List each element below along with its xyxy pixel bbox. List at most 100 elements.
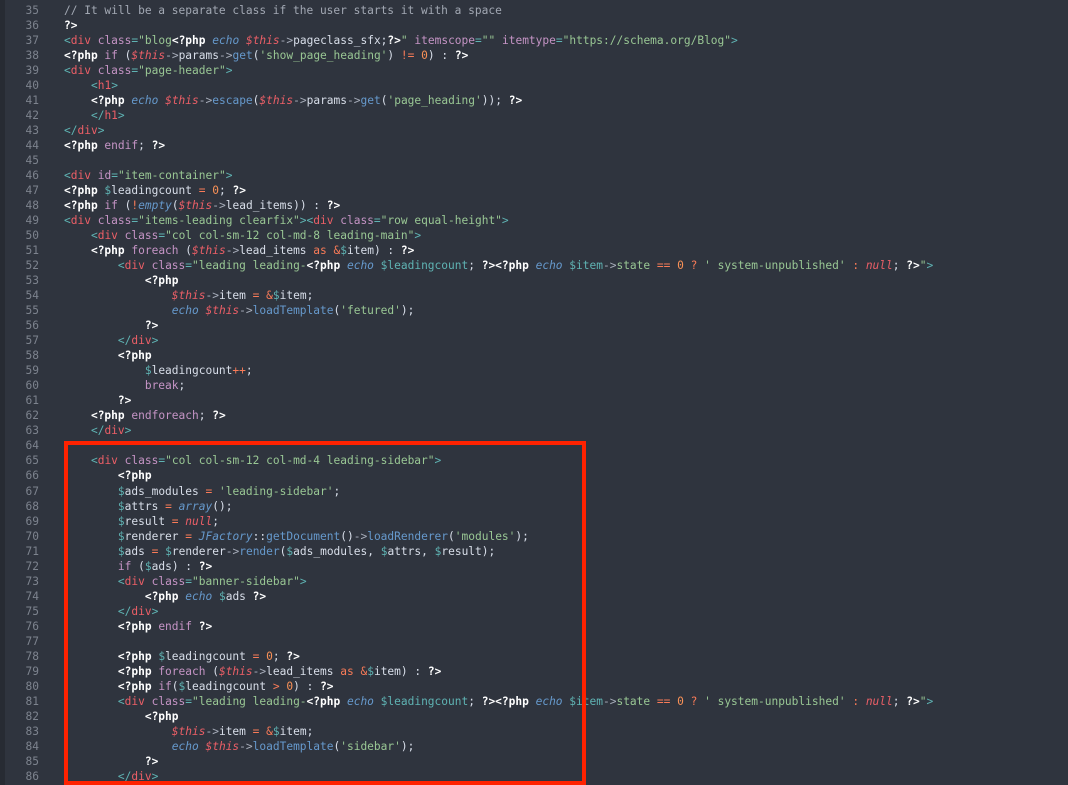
- code-token: div: [70, 34, 91, 48]
- code-token: ;: [468, 259, 482, 273]
- code-token: $this: [131, 49, 166, 63]
- code-line[interactable]: 50 <div class="col col-sm-12 col-md-8 le…: [0, 228, 1068, 243]
- code-line[interactable]: 56 ?>: [0, 318, 1068, 333]
- code-token: <?php: [64, 199, 98, 213]
- code-token: 0: [677, 259, 684, 273]
- code-token: ;: [245, 364, 253, 378]
- code-line[interactable]: 42 </h1>: [0, 108, 1068, 123]
- code-token: !=: [400, 49, 415, 63]
- code-token: $this: [178, 199, 213, 213]
- line-number: 84: [25, 739, 39, 753]
- line-number: 55: [25, 304, 39, 318]
- code-token: ;: [178, 379, 186, 393]
- code-token: // It will be a separate class if the us…: [64, 4, 502, 17]
- code-text: // It will be a separate class if the us…: [64, 3, 502, 18]
- line-number: 45: [25, 154, 39, 168]
- code-token: "item-container": [117, 169, 226, 183]
- code-token: ++: [232, 364, 246, 378]
- code-text: </div>: [64, 423, 131, 438]
- code-token: "page-header": [138, 64, 226, 78]
- code-line[interactable]: 46 <div id="item-container">: [0, 168, 1068, 183]
- code-line[interactable]: 35 // It will be a separate class if the …: [0, 3, 1068, 18]
- code-token: ;: [198, 409, 213, 423]
- code-token: <?php: [64, 184, 105, 198]
- line-number: 82: [25, 709, 39, 723]
- code-text: <?php endif; ?>: [64, 138, 165, 153]
- code-line[interactable]: 45: [0, 153, 1068, 168]
- code-line[interactable]: 41 <?php echo $this->escape($this->param…: [0, 93, 1068, 108]
- code-text: <div id="item-container">: [64, 168, 232, 183]
- code-token: $leadingcount: [373, 259, 469, 273]
- code-text: <?php if ($this->params->get('show_page_…: [64, 48, 468, 63]
- code-token: >: [97, 124, 105, 138]
- code-token: ?>: [117, 394, 132, 408]
- code-token: <?php: [117, 349, 152, 363]
- code-token: ;: [892, 259, 907, 273]
- code-line[interactable]: 57 </div>: [0, 333, 1068, 348]
- code-line[interactable]: 60 break;: [0, 378, 1068, 393]
- code-token: ->: [602, 694, 617, 708]
- code-token: $this: [245, 34, 280, 48]
- code-token: class: [144, 259, 186, 273]
- code-line[interactable]: 53 <?php: [0, 273, 1068, 288]
- code-token: item;: [279, 289, 314, 303]
- code-token: >: [731, 34, 738, 48]
- code-line[interactable]: 44 <?php endif; ?>: [0, 138, 1068, 153]
- code-token: (: [171, 199, 179, 213]
- code-line[interactable]: 62 <?php endforeach; ?>: [0, 408, 1068, 423]
- line-number: 53: [25, 274, 39, 288]
- code-token: "row equal-height": [380, 214, 502, 228]
- line-number: 38: [25, 49, 39, 63]
- code-line[interactable]: 55 echo $this->loadTemplate('fetured');: [0, 303, 1068, 318]
- code-line[interactable]: 58 <?php: [0, 348, 1068, 363]
- code-line[interactable]: 38 <?php if ($this->params->get('show_pag…: [0, 48, 1068, 63]
- code-token: echo: [205, 34, 240, 48]
- line-number: 69: [25, 514, 39, 528]
- code-token: ->: [218, 49, 233, 63]
- code-line[interactable]: 61 ?>: [0, 393, 1068, 408]
- code-line[interactable]: 48 <?php if (!empty($this->lead_items)) :…: [0, 198, 1068, 213]
- code-token: (: [117, 49, 132, 63]
- code-line[interactable]: 39 <div class="page-header">: [0, 63, 1068, 78]
- code-token: ?>: [906, 694, 920, 708]
- code-line[interactable]: 40 <h1>: [0, 78, 1068, 93]
- code-line[interactable]: 49 <div class="items-leading clearfix"><d…: [0, 213, 1068, 228]
- line-number: 86: [25, 769, 39, 783]
- line-number: 81: [25, 694, 39, 708]
- code-token: ?>: [144, 319, 159, 333]
- code-line[interactable]: 51 <?php foreach ($this->lead_items as &…: [0, 243, 1068, 258]
- code-line[interactable]: 37 <div class = "blog<?php echo $this->page…: [0, 33, 1068, 48]
- code-token: <: [64, 64, 71, 78]
- code-line[interactable]: 36 ?>: [0, 18, 1068, 33]
- code-token: ): [387, 49, 401, 63]
- code-text: echo $this->loadTemplate('fetured');: [64, 303, 415, 318]
- code-line[interactable]: 63 </div>: [0, 423, 1068, 438]
- code-line[interactable]: 52 <div class="leading leading-<?php ech…: [0, 258, 1068, 273]
- code-token: >: [124, 424, 132, 438]
- code-token: div: [124, 259, 145, 273]
- code-token: itemtype: [495, 34, 556, 48]
- code-line[interactable]: 43 </div>: [0, 123, 1068, 138]
- code-token: >: [414, 229, 422, 243]
- code-line[interactable]: 54 $this->item = &$item;: [0, 288, 1068, 303]
- code-token: params: [178, 49, 219, 63]
- code-token: get: [360, 94, 381, 108]
- code-text: ?>: [64, 18, 77, 33]
- code-text: <?php $leadingcount = 0; ?>: [64, 183, 246, 198]
- line-number: 39: [25, 64, 39, 78]
- code-token: div: [313, 214, 334, 228]
- code-text: </div>: [64, 333, 158, 348]
- code-token: $this: [205, 304, 240, 318]
- code-line[interactable]: 59 $leadingcount++;: [0, 363, 1068, 378]
- line-number: 70: [25, 529, 39, 543]
- code-line[interactable]: 47 <?php $leadingcount = 0; ?>: [0, 183, 1068, 198]
- code-token: "col col-sm-12 col-md-8 leading-main": [165, 229, 415, 243]
